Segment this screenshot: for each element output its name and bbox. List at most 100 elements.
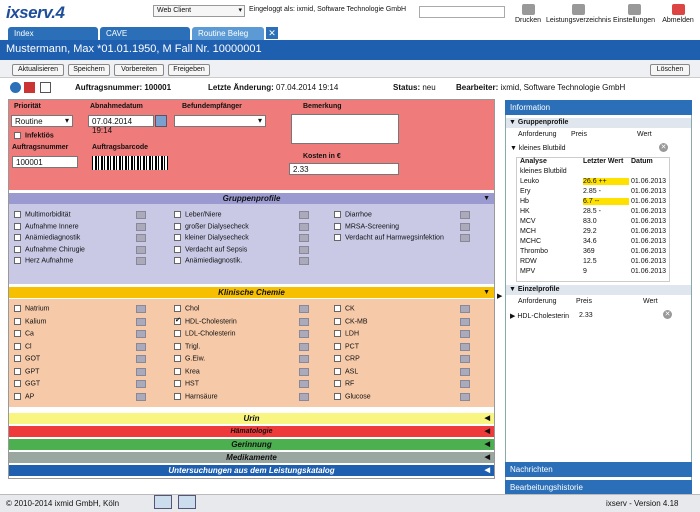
kc-checkbox[interactable]: AP bbox=[14, 392, 34, 400]
kc-checkbox[interactable]: GGT bbox=[14, 380, 40, 387]
tab-routine-beleg[interactable]: Routine Beleg bbox=[192, 27, 264, 40]
gp-row[interactable]: ▼ kleines Blutbild bbox=[510, 145, 566, 152]
info-icon[interactable] bbox=[299, 317, 309, 326]
band-medikamente[interactable]: Medikamente ◀ bbox=[9, 452, 494, 463]
gp-checkbox[interactable]: Verdacht auf Harnwegsinfektion bbox=[334, 234, 444, 241]
info-icon[interactable] bbox=[136, 234, 146, 242]
info-icon[interactable] bbox=[460, 330, 470, 338]
gp-checkbox[interactable]: Herz Aufnahme bbox=[14, 257, 73, 264]
kc-checkbox[interactable]: Krea bbox=[174, 367, 200, 375]
services-button[interactable]: Leistungsverzeichnis bbox=[546, 4, 611, 24]
take-date-input[interactable]: 07.04.2014 19:14 bbox=[88, 115, 154, 135]
info-icon[interactable] bbox=[460, 305, 470, 313]
pdf-icon[interactable] bbox=[24, 82, 35, 93]
kc-checkbox[interactable]: Kalium bbox=[14, 317, 46, 325]
infectious-checkbox[interactable]: Infektiös bbox=[14, 132, 54, 139]
info-icon[interactable] bbox=[136, 330, 146, 338]
kc-checkbox[interactable]: HDL-Cholesterin bbox=[174, 316, 237, 325]
gp-checkbox[interactable]: Aufnahme Innere bbox=[14, 222, 79, 230]
gp-checkbox[interactable]: Multimorbidität bbox=[14, 211, 71, 218]
kc-checkbox[interactable]: Ca bbox=[14, 330, 34, 337]
info-icon[interactable] bbox=[460, 211, 470, 219]
info-icon[interactable] bbox=[299, 234, 309, 242]
messages-header[interactable]: Nachrichten bbox=[505, 462, 692, 477]
gp-checkbox[interactable]: Diarrhoe bbox=[334, 211, 372, 218]
info-icon[interactable] bbox=[136, 222, 146, 231]
kc-checkbox[interactable]: Chol bbox=[174, 305, 199, 312]
info-icon[interactable] bbox=[299, 330, 309, 338]
remark-textarea[interactable] bbox=[291, 114, 399, 144]
gp-checkbox[interactable]: großer Dialysecheck bbox=[174, 222, 249, 230]
info-icon[interactable] bbox=[299, 257, 309, 265]
window-split-icon[interactable] bbox=[178, 495, 196, 509]
kc-checkbox[interactable]: Cl bbox=[14, 342, 32, 350]
print-button[interactable]: Drucken bbox=[506, 4, 550, 24]
info-icon[interactable] bbox=[299, 222, 309, 231]
kc-checkbox[interactable]: LDH bbox=[334, 330, 359, 337]
info-icon[interactable] bbox=[136, 355, 146, 363]
tab-cave[interactable]: CAVE bbox=[100, 27, 190, 40]
info-icon[interactable] bbox=[136, 211, 146, 219]
tube-icon[interactable] bbox=[40, 82, 51, 93]
kc-checkbox[interactable]: Natrium bbox=[14, 305, 50, 312]
kc-checkbox[interactable]: HST bbox=[174, 380, 199, 387]
info-icon[interactable] bbox=[299, 355, 309, 363]
info-icon[interactable] bbox=[136, 317, 146, 326]
window-icon[interactable] bbox=[154, 495, 172, 509]
info-icon[interactable] bbox=[460, 222, 470, 231]
info-icon[interactable] bbox=[299, 211, 309, 219]
kc-checkbox[interactable]: CRP bbox=[334, 355, 360, 362]
search-input[interactable] bbox=[419, 6, 505, 18]
info-icon[interactable] bbox=[299, 392, 309, 401]
client-select[interactable]: Web Client bbox=[153, 5, 245, 17]
release-button[interactable]: Freigeben bbox=[168, 64, 210, 76]
gp-checkbox[interactable]: Aufnahme Chirugie bbox=[14, 245, 85, 253]
band-klinische-chemie[interactable]: Klinische Chemie ▼ bbox=[9, 287, 494, 298]
kc-checkbox[interactable]: LDL-Cholesterin bbox=[174, 330, 236, 337]
close-tab-button[interactable]: ✕ bbox=[266, 27, 278, 39]
recipient-select[interactable] bbox=[174, 115, 266, 127]
gp-checkbox[interactable]: MRSA-Screening bbox=[334, 222, 399, 230]
info-icon[interactable] bbox=[460, 234, 470, 242]
gp-checkbox[interactable]: Leber/Niere bbox=[174, 211, 222, 218]
kc-checkbox[interactable]: Harnsäure bbox=[174, 392, 218, 400]
delete-button[interactable]: Löschen bbox=[650, 64, 690, 76]
info-icon[interactable] bbox=[460, 342, 470, 351]
kc-checkbox[interactable]: RF bbox=[334, 380, 354, 387]
info-icon[interactable] bbox=[460, 380, 470, 388]
info-icon[interactable] bbox=[299, 367, 309, 376]
save-button[interactable]: Speichern bbox=[68, 64, 110, 76]
band-urin[interactable]: Urin ◀ bbox=[9, 413, 494, 424]
band-gerinnung[interactable]: Gerinnung ◀ bbox=[9, 439, 494, 450]
kc-checkbox[interactable]: CK-MB bbox=[334, 317, 368, 325]
refresh-button[interactable]: Aktualisieren bbox=[12, 64, 64, 76]
info-icon[interactable] bbox=[460, 392, 470, 401]
prepare-button[interactable]: Vorbereiten bbox=[114, 64, 164, 76]
gp-checkbox[interactable]: Anämiediagnostik bbox=[14, 234, 80, 241]
expand-arrow-icon[interactable]: ▶ bbox=[497, 292, 502, 300]
remove-icon[interactable]: ✕ bbox=[663, 310, 672, 319]
info-icon[interactable] bbox=[299, 245, 309, 254]
single-profiles-header[interactable]: ▼ Einzelprofile bbox=[506, 285, 691, 295]
band-gruppenprofile[interactable]: Gruppenprofile ▼ bbox=[9, 193, 494, 204]
info-icon[interactable] bbox=[10, 82, 21, 93]
kc-checkbox[interactable]: GOT bbox=[14, 355, 40, 362]
kc-checkbox[interactable]: GPT bbox=[14, 367, 39, 375]
kc-checkbox[interactable]: Trigl. bbox=[174, 342, 200, 350]
ep-row[interactable]: ▶ HDL-Cholesterin bbox=[510, 312, 569, 320]
info-icon[interactable] bbox=[299, 342, 309, 351]
gp-checkbox[interactable]: Anämiediagnostik. bbox=[174, 257, 242, 264]
info-icon[interactable] bbox=[136, 257, 146, 265]
info-icon[interactable] bbox=[136, 392, 146, 401]
info-icon[interactable] bbox=[460, 367, 470, 376]
calendar-icon[interactable] bbox=[155, 115, 167, 127]
tab-index[interactable]: Index bbox=[8, 27, 98, 40]
info-header[interactable]: Information bbox=[505, 100, 692, 115]
info-icon[interactable] bbox=[460, 355, 470, 363]
kc-checkbox[interactable]: CK bbox=[334, 305, 355, 312]
band-haematologie[interactable]: Hämatologie ◀ bbox=[9, 426, 494, 437]
remove-icon[interactable]: ✕ bbox=[659, 143, 668, 152]
info-icon[interactable] bbox=[299, 380, 309, 388]
info-icon[interactable] bbox=[136, 380, 146, 388]
info-icon[interactable] bbox=[136, 342, 146, 351]
